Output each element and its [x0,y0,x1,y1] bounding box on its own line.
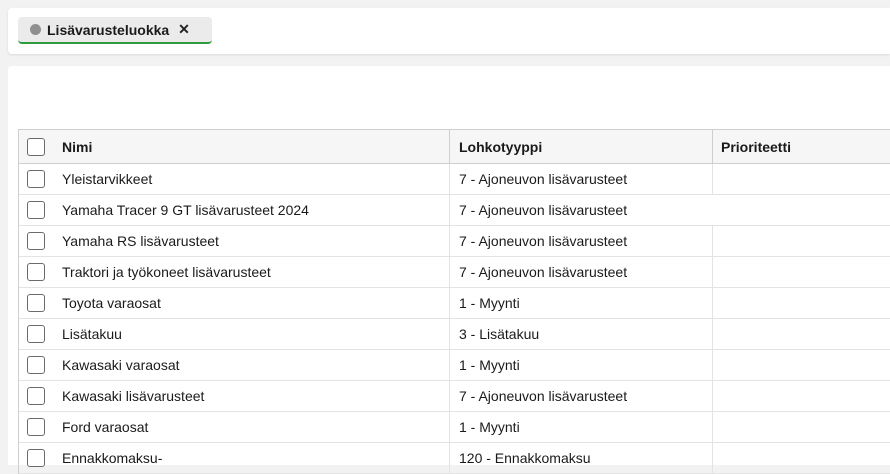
table-row[interactable]: Kawasaki lisävarusteet 7 - Ajoneuvon lisä… [19,381,890,412]
column-header-type[interactable]: Lohkotyyppi [449,130,712,163]
table-row[interactable]: Yamaha RS lisävarusteet 7 - Ajoneuvon lis… [19,226,890,257]
table-row[interactable]: Toyota varaosat 1 - Myynti [19,288,890,319]
table-header-row: Nimi Lohkotyyppi Prioriteetti [19,130,890,164]
table-row[interactable]: Lisätakuu 3 - Lisätakuu [19,319,890,350]
table-row[interactable]: Ennakkomaksu- 120 - Ennakkomaksu [19,443,890,474]
row-checkbox[interactable] [27,201,45,219]
row-select-cell [19,381,53,411]
row-checkbox[interactable] [27,449,45,467]
cell-type: 7 - Ajoneuvon lisävarusteet [449,257,712,287]
cell-type: 1 - Myynti [449,412,712,442]
cell-priority [712,319,890,349]
row-select-cell [19,412,53,442]
table-row[interactable]: Ford varaosat 1 - Myynti [19,412,890,443]
row-checkbox[interactable] [27,418,45,436]
select-all-checkbox[interactable] [27,137,45,156]
column-header-name[interactable]: Nimi [53,130,449,163]
cell-name: Yamaha Tracer 9 GT lisävarusteet 2024 [62,202,309,218]
cell-type: 1 - Myynti [449,288,712,318]
cell-priority [712,164,890,194]
cell-type: 7 - Ajoneuvon lisävarusteet [449,226,712,256]
cell-type: 3 - Lisätakuu [449,319,712,349]
cell-name: Traktori ja työkoneet lisävarusteet [62,264,271,280]
data-table: Nimi Lohkotyyppi Prioriteetti Yleistarvi… [18,129,890,474]
cell-priority [712,381,890,411]
row-checkbox[interactable] [27,232,45,250]
table-row[interactable]: Yleistarvikkeet 7 - Ajoneuvon lisävaruste… [19,164,890,195]
table-row[interactable]: Yamaha Tracer 9 GT lisävarusteet 2024 7 -… [19,195,890,226]
cell-name: Toyota varaosat [62,295,161,311]
select-all-cell [19,130,53,163]
row-checkbox[interactable] [27,356,45,374]
tab-status-dot-icon [30,24,41,35]
row-select-cell [19,226,53,256]
tab-lisavarusteluokka[interactable]: Lisävarusteluokka ✕ [18,17,212,44]
table-body: Yleistarvikkeet 7 - Ajoneuvon lisävaruste… [19,164,890,474]
row-select-cell [19,443,53,473]
cell-priority [712,226,890,256]
cell-name: Ford varaosat [62,419,149,435]
table-row[interactable]: Traktori ja työkoneet lisävarusteet 7 - A… [19,257,890,288]
cell-name: Kawasaki varaosat [62,357,180,373]
row-checkbox[interactable] [27,387,45,405]
table-row[interactable]: Kawasaki varaosat 1 - Myynti [19,350,890,381]
row-select-cell [19,350,53,380]
cell-priority [712,257,890,287]
cell-name: Yleistarvikkeet [62,171,153,187]
content-panel: Nimi Lohkotyyppi Prioriteetti Yleistarvi… [8,66,890,474]
cell-type: 7 - Ajoneuvon lisävarusteet [449,195,712,225]
tab-bar: Lisävarusteluokka ✕ [8,8,890,54]
row-checkbox[interactable] [27,170,45,188]
row-select-cell [19,319,53,349]
cell-type: 7 - Ajoneuvon lisävarusteet [449,381,712,411]
row-select-cell [19,257,53,287]
row-select-cell [19,288,53,318]
row-checkbox[interactable] [27,325,45,343]
cell-priority [712,443,890,473]
cell-type: 120 - Ennakkomaksu [449,443,712,473]
cell-priority [712,412,890,442]
tab-label: Lisävarusteluokka [47,21,170,38]
row-checkbox[interactable] [27,294,45,312]
cell-name: Yamaha RS lisävarusteet [62,233,219,249]
cell-type: 1 - Myynti [449,350,712,380]
cell-type: 7 - Ajoneuvon lisävarusteet [449,164,712,194]
cell-priority [712,288,890,318]
cell-name: Kawasaki lisävarusteet [62,388,205,404]
row-checkbox[interactable] [27,263,45,281]
cell-priority [712,195,890,225]
cell-priority [712,350,890,380]
column-header-priority[interactable]: Prioriteetti [712,130,890,163]
close-icon[interactable]: ✕ [178,21,190,38]
cell-name: Ennakkomaksu- [62,450,163,466]
cell-name: Lisätakuu [62,326,122,342]
row-select-cell [19,164,53,194]
row-select-cell [19,195,53,225]
